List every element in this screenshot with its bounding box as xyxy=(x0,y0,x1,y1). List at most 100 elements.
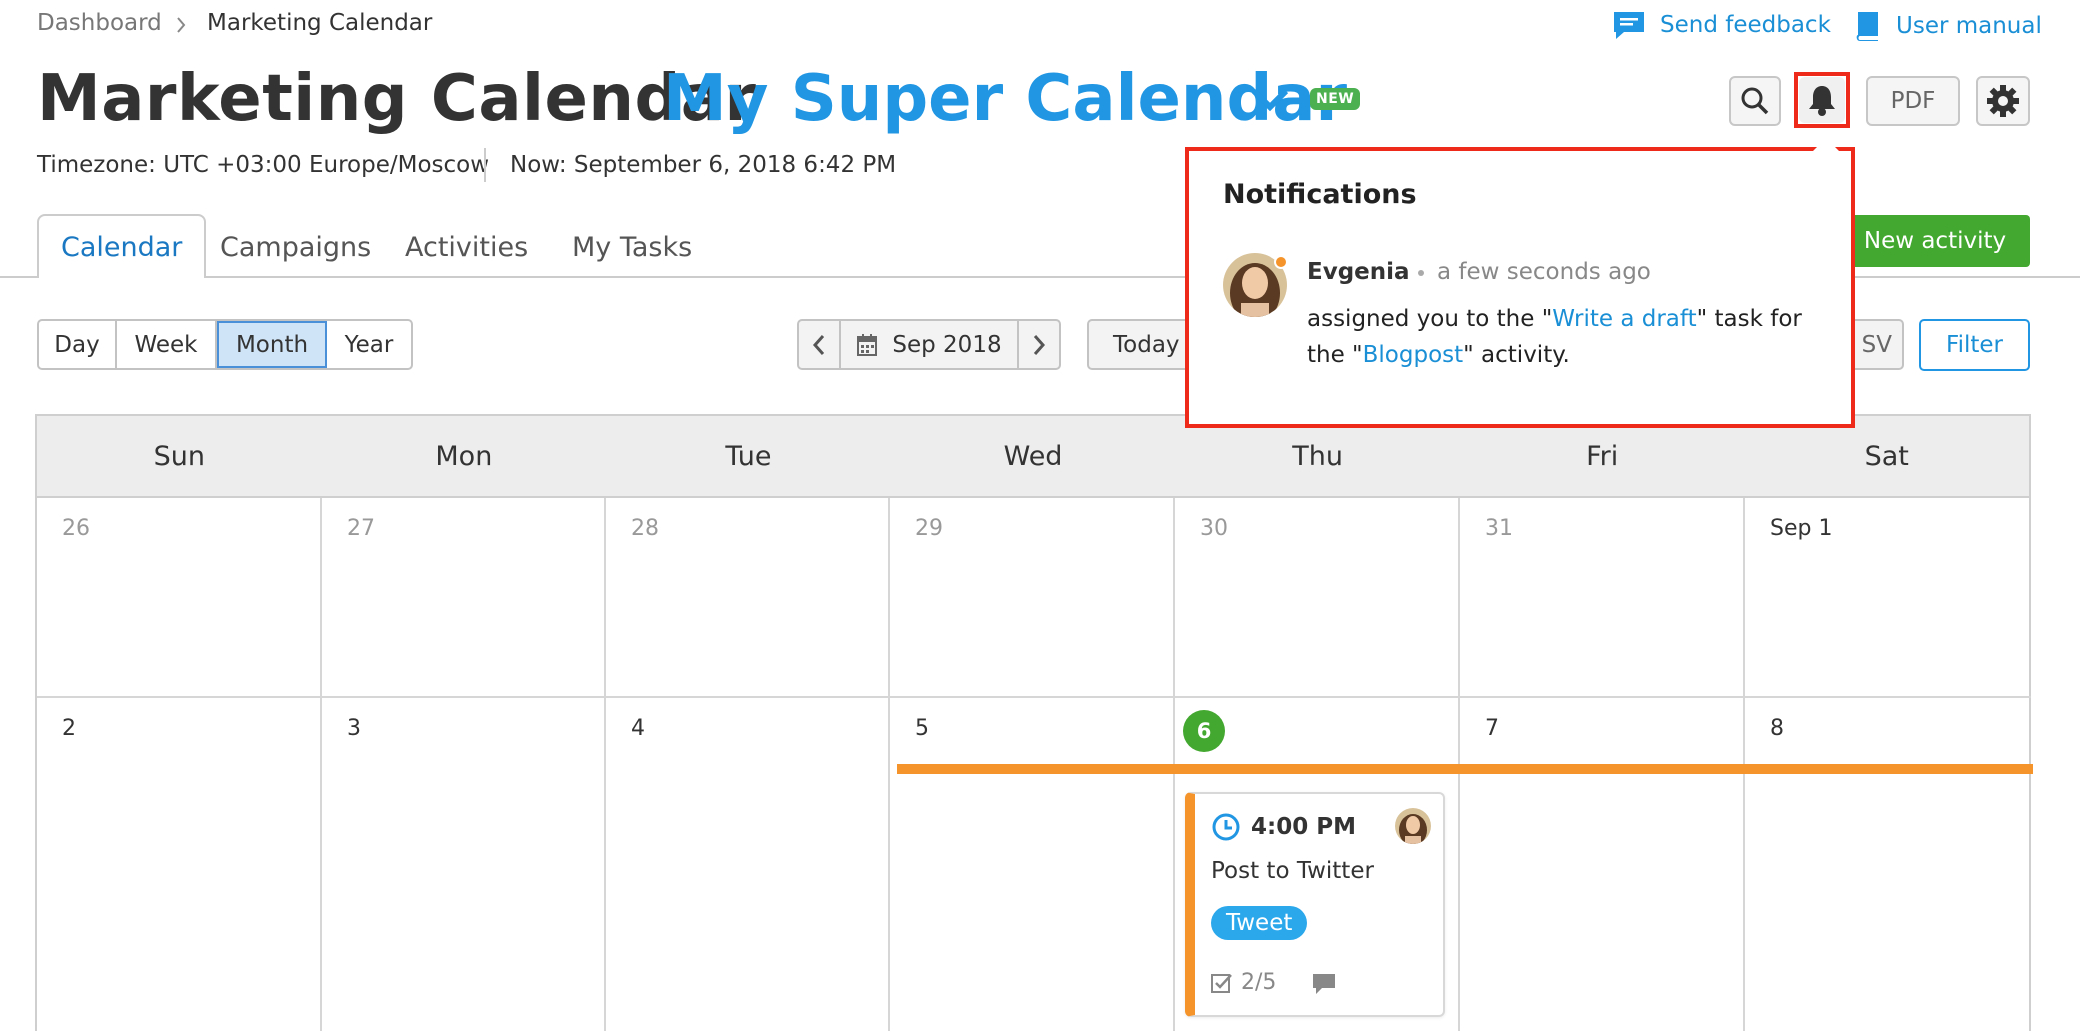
day-cell[interactable]: 31 xyxy=(1460,498,1745,698)
day-cell[interactable]: 4 xyxy=(606,698,890,1031)
chevron-down-icon[interactable] xyxy=(1250,86,1290,114)
calendar-selector[interactable]: My Super Calendar xyxy=(663,62,1347,136)
period-picker[interactable]: Sep 2018 xyxy=(839,319,1019,370)
calendar-grid: Sun Mon Tue Wed Thu Fri Sat 26 27 28 29 … xyxy=(35,414,2033,1031)
day-cell[interactable]: 8 xyxy=(1745,698,2031,1031)
day-number: 8 xyxy=(1770,716,1784,741)
notification-text: assigned you to the "Write a draft" task… xyxy=(1307,301,1827,373)
chevron-right-icon xyxy=(1032,333,1046,357)
send-feedback-label: Send feedback xyxy=(1660,12,1831,38)
divider xyxy=(484,148,486,182)
day-number: Sep 1 xyxy=(1770,516,1833,541)
weekday-wed: Wed xyxy=(1003,440,1063,472)
event-time: 4:00 PM xyxy=(1251,814,1356,840)
view-switch: Day Week Month Year xyxy=(37,319,413,370)
day-number: 28 xyxy=(631,516,659,541)
new-badge: NEW xyxy=(1310,88,1361,110)
day-cell[interactable]: 30 xyxy=(1175,498,1460,698)
day-number: 7 xyxy=(1485,716,1499,741)
day-cell[interactable]: 7 xyxy=(1460,698,1745,1031)
breadcrumb-home[interactable]: Dashboard xyxy=(37,10,162,36)
gear-icon xyxy=(1986,84,2020,118)
day-number: 3 xyxy=(347,716,361,741)
day-cell[interactable]: 5 xyxy=(890,698,1175,1031)
weekday-tue: Tue xyxy=(725,440,772,472)
day-number: 5 xyxy=(915,716,929,741)
user-manual-label: User manual xyxy=(1896,13,2042,39)
day-number: 4 xyxy=(631,716,645,741)
tab-my-tasks[interactable]: My Tasks xyxy=(572,232,692,263)
weekday-mon: Mon xyxy=(435,440,493,472)
weekday-fri: Fri xyxy=(1586,440,1619,472)
separator-dot xyxy=(1418,270,1424,276)
send-feedback-link[interactable]: Send feedback xyxy=(1612,10,1831,40)
event-card[interactable]: 4:00 PM Post to Twitter Tweet 2/5 xyxy=(1185,792,1445,1017)
next-month-button[interactable] xyxy=(1017,319,1061,370)
day-number: 26 xyxy=(62,516,90,541)
day-cell[interactable]: 26 xyxy=(37,498,322,698)
settings-button[interactable] xyxy=(1976,76,2030,126)
weekday-sun: Sun xyxy=(153,440,205,472)
current-time-label: Now: September 6, 2018 6:42 PM xyxy=(510,152,897,178)
calendar-icon xyxy=(856,333,878,357)
notification-time: a few seconds ago xyxy=(1437,259,1651,285)
day-cell[interactable]: 3 xyxy=(322,698,606,1031)
weekday-thu: Thu xyxy=(1292,440,1343,472)
event-assignee-avatar xyxy=(1395,808,1431,844)
comment-icon[interactable] xyxy=(1311,972,1337,996)
prev-month-button[interactable] xyxy=(797,319,841,370)
period-label: Sep 2018 xyxy=(892,331,1002,358)
popover-arrow xyxy=(1812,138,1840,152)
day-cell[interactable]: 28 xyxy=(606,498,890,698)
day-number: 29 xyxy=(915,516,943,541)
notification-text-part: assigned you to the " xyxy=(1307,306,1553,332)
filter-button[interactable]: Filter xyxy=(1919,319,2030,371)
event-title: Post to Twitter xyxy=(1211,858,1374,884)
notifications-button[interactable] xyxy=(1799,77,1845,123)
today-marker: 6 xyxy=(1183,710,1225,752)
view-day[interactable]: Day xyxy=(39,321,117,368)
notification-user[interactable]: Evgenia xyxy=(1307,259,1410,285)
clock-icon xyxy=(1211,812,1241,842)
view-month[interactable]: Month xyxy=(217,321,327,368)
tab-calendar[interactable]: Calendar xyxy=(37,214,207,278)
timezone-label: Timezone: UTC +03:00 Europe/Moscow xyxy=(37,152,490,178)
view-week[interactable]: Week xyxy=(117,321,217,368)
day-cell[interactable]: 29 xyxy=(890,498,1175,698)
notifications-popover: Notifications Evgenia a few seconds ago … xyxy=(1185,147,1855,428)
day-number: 27 xyxy=(347,516,375,541)
tab-activities[interactable]: Activities xyxy=(405,232,528,263)
page-title: Marketing Calendar xyxy=(37,62,757,136)
search-button[interactable] xyxy=(1729,76,1781,126)
checkbox-icon xyxy=(1211,972,1233,994)
day-cell[interactable]: 2 xyxy=(37,698,322,1031)
book-icon xyxy=(1854,10,1882,42)
activity-link[interactable]: Blogpost xyxy=(1363,342,1464,368)
event-tag[interactable]: Tweet xyxy=(1211,906,1308,940)
view-year[interactable]: Year xyxy=(327,321,411,368)
chevron-left-icon xyxy=(812,333,826,357)
day-cell[interactable]: 27 xyxy=(322,498,606,698)
search-icon xyxy=(1740,86,1770,116)
pdf-button[interactable]: PDF xyxy=(1866,76,1960,126)
notifications-title: Notifications xyxy=(1223,179,1417,210)
campaign-bar[interactable] xyxy=(897,764,2033,774)
day-number: 31 xyxy=(1485,516,1513,541)
breadcrumb-current: Marketing Calendar xyxy=(207,10,433,36)
unread-dot xyxy=(1274,255,1288,269)
day-cell[interactable]: Sep 1 xyxy=(1745,498,2031,698)
day-number: 30 xyxy=(1200,516,1228,541)
task-link[interactable]: Write a draft xyxy=(1552,306,1696,332)
day-number: 2 xyxy=(62,716,76,741)
chevron-right-icon xyxy=(175,16,187,34)
weekday-header: Sun Mon Tue Wed Thu Fri Sat xyxy=(37,416,2029,498)
notification-text-part: " activity. xyxy=(1463,342,1570,368)
user-manual-link[interactable]: User manual xyxy=(1854,10,2042,42)
event-task-count: 2/5 xyxy=(1241,970,1277,995)
feedback-icon xyxy=(1612,10,1646,40)
new-activity-button[interactable]: New activity xyxy=(1840,215,2030,267)
bell-icon xyxy=(1807,83,1837,117)
weekday-sat: Sat xyxy=(1864,440,1909,472)
tab-campaigns[interactable]: Campaigns xyxy=(220,232,371,263)
today-button[interactable]: Today xyxy=(1087,319,1197,370)
